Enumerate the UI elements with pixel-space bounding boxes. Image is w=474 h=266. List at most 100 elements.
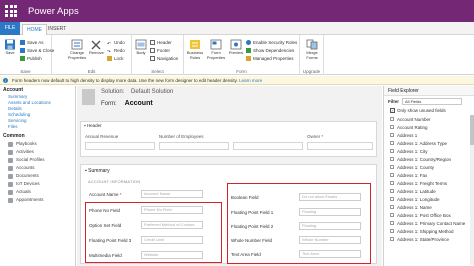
save-button[interactable]: Save [3,39,17,56]
field-type-icon [390,125,394,129]
field-item[interactable]: Address 1: City [384,147,474,155]
tab-insert[interactable]: INSERT [44,24,70,35]
field-item[interactable]: Address 1: Primary Contact Name [384,219,474,227]
form-properties-button[interactable]: Form Properties [206,39,226,60]
accounts-icon [8,165,13,171]
nav-item-accounts[interactable]: Accounts [0,164,75,172]
field-filter: Filter All Fields [384,96,474,106]
explorer-scrollbar[interactable] [470,115,474,265]
nav-section-common[interactable]: Common [0,132,75,140]
field-type-icon [390,197,394,201]
lock-button[interactable]: Lock [107,55,124,62]
field-type-icon [390,149,394,153]
field-item[interactable]: Account Number [384,115,474,123]
managed-properties-button[interactable]: Managed Properties [246,55,294,62]
form-name: Account [124,100,153,107]
summary-title: ▪ Summary [85,168,110,174]
header-field-employees[interactable]: Number of Employees [159,134,204,139]
field-type-icon [390,189,394,193]
save-as-button[interactable]: Save As [20,39,44,46]
nav-item-documents[interactable]: Documents [0,172,75,180]
field-item[interactable]: Address 1: Post Office Box [384,211,474,219]
navigation-button[interactable]: Navigation [150,55,178,62]
nav-link-files[interactable]: Files [0,124,75,130]
field-item[interactable]: Address 1: State/Province [384,235,474,243]
footer-button[interactable]: Footer [150,47,170,54]
form-header[interactable]: ▪ Header Annual Revenue Number of Employ… [80,121,377,157]
field-type-icon [390,213,394,217]
properties-icon [71,39,83,50]
field-item[interactable]: Account Rating [384,123,474,131]
redo-button[interactable]: ↷ Redo [107,47,125,54]
learn-more-link[interactable]: Learn more [239,78,262,83]
security-roles-icon [246,40,251,45]
field-row-account-name[interactable]: Account Name * Account Name [89,190,203,198]
save-close-button[interactable]: Save & Close [20,47,54,54]
app-title: Power Apps [28,5,79,17]
field-input[interactable]: Account Name [141,190,203,198]
ribbon-group-edit: Change Properties Remove ↶ Undo ↷ Redo Loc… [52,35,132,75]
checkbox-checked-icon: ✓ [390,107,395,113]
field-type-icon [390,237,394,241]
summary-tab[interactable]: ▪ Summary ACCOUNT INFORMATION Account Na… [80,164,377,264]
show-dependencies-button[interactable]: Show Dependencies [246,47,294,54]
field-item[interactable]: Address 1: Shipping Method [384,227,474,235]
field-item[interactable]: Address 1: Longitude [384,195,474,203]
nav-item-appointments[interactable]: Appointments [0,196,75,204]
highlight-box-right [227,183,371,264]
field-item[interactable]: Address 1: Country/Region [384,155,474,163]
form-properties-icon [210,39,222,50]
footer-icon [150,48,155,53]
remove-button[interactable]: Remove [89,39,104,56]
header-input-owner[interactable] [307,142,373,150]
nav-item-playbooks[interactable]: Playbooks [0,140,75,148]
header-input-empty[interactable] [233,142,303,150]
highlight-box-left [85,202,222,263]
header-button[interactable]: Header [150,39,172,46]
business-rules-button[interactable]: Business Rules [186,39,204,60]
preview-button[interactable]: Preview [228,39,244,56]
only-unused-checkbox[interactable]: ✓ Only show unused fields [384,106,474,114]
field-item[interactable]: Address 1: Address Type [384,139,474,147]
activities-icon [8,149,13,155]
merge-forms-button[interactable]: Merge Forms [302,39,322,60]
field-type-icon [390,141,394,145]
app-launcher-icon[interactable] [0,0,22,22]
nav-item-iot-devices[interactable]: IoT Devices [0,180,75,188]
change-properties-button[interactable]: Change Properties [66,39,88,60]
nav-item-social-profiles[interactable]: Social Profiles [0,156,75,164]
nav-item-activities[interactable]: Activities [0,148,75,156]
field-item[interactable]: Address 1: Name [384,203,474,211]
header-field-owner[interactable]: Owner * [307,134,323,139]
appointments-icon [8,197,13,203]
field-item[interactable]: Address 1: Freight Terms [384,179,474,187]
field-type-icon [390,221,394,225]
info-bar: i Form headers now default to high densi… [0,76,474,85]
field-item[interactable]: Address 1: County [384,163,474,171]
nav-item-actuals[interactable]: Actuals [0,188,75,196]
field-item[interactable]: Address 1 [384,131,474,139]
field-item[interactable]: Address 1: Latitude [384,187,474,195]
form-title: Form: Account [101,100,153,107]
body-icon [135,39,147,50]
filter-select[interactable]: All Fields [402,97,463,105]
field-explorer-title: Field Explorer [384,86,474,96]
field-explorer: Field Explorer Filter All Fields ✓ Only … [383,86,474,266]
field-type-icon [390,173,394,177]
header-input-annual-revenue[interactable] [85,142,155,150]
field-item[interactable]: Address 1: Fax [384,171,474,179]
info-icon: i [3,78,8,83]
undo-button[interactable]: ↶ Undo [107,39,125,46]
header-field-annual-revenue[interactable]: Annual Revenue [85,134,118,139]
nav-section-account[interactable]: Account [0,86,75,94]
header-input-employees[interactable] [159,142,229,150]
remove-icon [90,39,102,50]
publish-button[interactable]: Publish [20,55,42,62]
body-button[interactable]: Body [134,39,148,56]
scrollbar-thumb[interactable] [470,115,474,145]
tab-file[interactable]: FILE [0,22,20,35]
enable-security-roles-button[interactable]: Enable Security Roles [246,39,297,46]
lock-icon [107,56,112,61]
field-label: Account Name * [89,191,122,197]
managed-properties-icon [246,56,251,61]
